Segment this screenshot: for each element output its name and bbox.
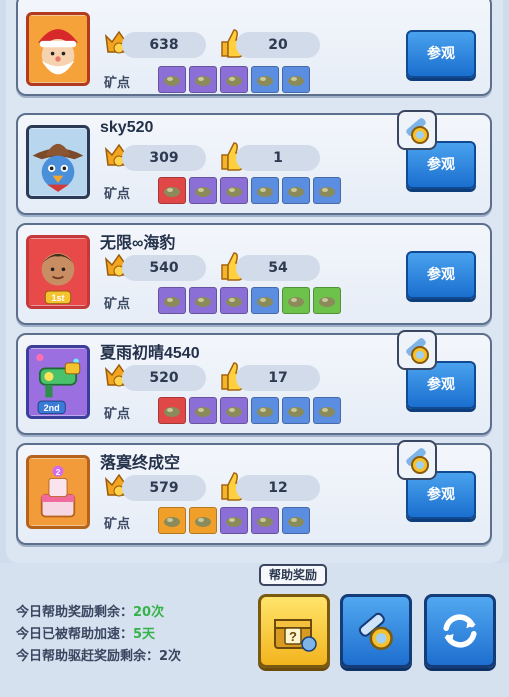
help-reward-left: 今日帮助奖励剩余：20次 [16,605,165,620]
rank-score: 638 [122,32,206,58]
mine-slots [158,287,341,314]
svg-text:2nd: 2nd [44,403,60,413]
mine-slot[interactable] [251,397,279,424]
cake-avatar-icon: 2 [29,458,87,526]
help-reward-button[interactable]: ? [258,594,330,668]
mine-slot[interactable] [220,177,248,204]
like-count: 12 [236,475,320,501]
visit-button[interactable]: 参观 [406,251,476,299]
magnifier-icon[interactable] [396,439,438,481]
mine-slot[interactable] [220,397,248,424]
mine-slots [158,507,310,534]
avatar[interactable] [26,125,90,199]
mine-slots [158,66,310,93]
player-card: 638 20 矿点 参观 [16,0,492,96]
svg-text:?: ? [289,629,297,644]
mystery-chest-icon: ? [274,619,317,652]
player-name: 夏雨初晴4540 [100,345,200,362]
cowboy-bird-avatar-icon [29,128,87,196]
rank-score: 540 [122,255,206,281]
mine-slot[interactable] [220,66,248,93]
mine-label: 矿点 [104,517,131,532]
mine-slot[interactable] [251,66,279,93]
rank-score: 520 [122,365,206,391]
mine-label: 矿点 [104,76,131,91]
svg-text:2: 2 [56,468,61,477]
mine-slot[interactable] [251,287,279,314]
second-place-avatar-icon: 2nd [29,348,87,416]
like-count: 20 [236,32,320,58]
mine-slot[interactable] [282,287,310,314]
mine-slot[interactable] [313,287,341,314]
mine-slot[interactable] [158,397,186,424]
avatar[interactable] [26,12,90,86]
helped-speed: 今日已被帮助加速：5天 [16,627,156,642]
rank-score: 309 [122,145,206,171]
mine-slot[interactable] [189,507,217,534]
mine-slot[interactable] [313,177,341,204]
rank-score: 579 [122,475,206,501]
mine-slot[interactable] [220,507,248,534]
player-card: sky520 309 1 矿点 参观 [16,110,492,215]
mine-slot[interactable] [313,397,341,424]
mine-slot[interactable] [220,287,248,314]
refresh-button[interactable] [424,594,496,668]
search-button[interactable] [340,594,412,668]
mine-slot[interactable] [189,66,217,93]
mine-slot[interactable] [189,177,217,204]
player-card: 1st 无限∞海豹 540 54 矿点 参观 [16,223,492,325]
visit-button[interactable]: 参观 [406,30,476,78]
refresh-icon [443,614,477,648]
player-card: 2 落寞终成空 579 12 矿点 参观 [16,440,492,545]
helped-speed-value: 5天 [133,627,156,642]
santa-avatar-icon [29,15,87,83]
mine-label: 矿点 [104,407,131,422]
help-reward-tag: 帮助奖励 [259,564,327,586]
svg-text:1st: 1st [51,293,64,303]
mine-slot[interactable] [189,287,217,314]
like-count: 54 [236,255,320,281]
magnifier-icon[interactable] [396,329,438,371]
avatar[interactable]: 1st [26,235,90,309]
avatar[interactable]: 2nd [26,345,90,419]
avatar[interactable]: 2 [26,455,90,529]
player-name: 无限∞海豹 [100,235,176,252]
mine-slot[interactable] [158,66,186,93]
mine-slot[interactable] [158,507,186,534]
mine-slots [158,177,341,204]
expel-reward-value: 2次 [159,649,182,664]
mine-slot[interactable] [251,177,279,204]
like-count: 1 [236,145,320,171]
mine-label: 矿点 [104,297,131,312]
magnifier-icon [358,612,393,650]
like-count: 17 [236,365,320,391]
expel-reward-left: 今日帮助驱赶奖励剩余：2次 [16,649,182,664]
mine-slots [158,397,341,424]
mine-slot[interactable] [158,287,186,314]
mine-slot[interactable] [282,177,310,204]
player-card: 2nd 夏雨初晴4540 520 17 矿点 参观 [16,330,492,435]
mine-slot[interactable] [282,397,310,424]
magnifier-icon[interactable] [396,109,438,151]
mine-slot[interactable] [158,177,186,204]
mine-label: 矿点 [104,187,131,202]
mine-slot[interactable] [282,507,310,534]
mine-slot[interactable] [282,66,310,93]
player-list-panel: 638 20 矿点 参观 sky520 309 1 矿点 参观 1st 无限∞海… [6,0,503,563]
player-name: sky520 [100,119,154,136]
player-name: 落寞终成空 [100,455,181,472]
help-reward-left-value: 20次 [133,605,165,620]
mine-slot[interactable] [189,397,217,424]
first-place-avatar-icon: 1st [29,238,87,306]
mine-slot[interactable] [251,507,279,534]
